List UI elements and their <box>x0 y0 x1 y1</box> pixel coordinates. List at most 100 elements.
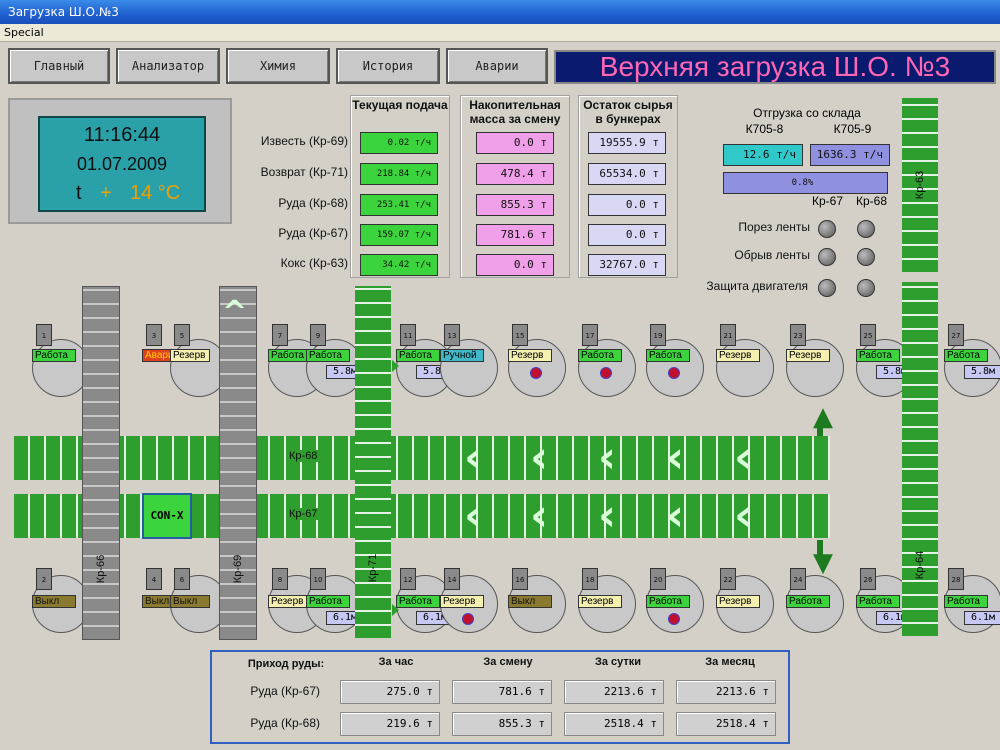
bottom-bunker-status[interactable]: Резерв <box>440 595 484 608</box>
top-bunker-indicator <box>668 367 680 379</box>
top-bunker-status[interactable]: Резерв <box>716 349 760 362</box>
arrival-value: 2213.6 т <box>676 680 776 704</box>
flow-up-arrow-kr69: ^ <box>222 295 248 330</box>
temp-label: t <box>76 182 82 204</box>
bottom-bunker-status[interactable]: Выкл <box>32 595 76 608</box>
belt-kr67[interactable] <box>14 494 830 538</box>
belt-kr68[interactable] <box>14 436 830 480</box>
top-bunker-circle[interactable] <box>440 339 498 397</box>
clock-panel: 11:16:44 01.07.2009 t + 14 °C <box>38 116 206 212</box>
arrival-value: 2518.4 т <box>564 712 664 736</box>
top-bunker-status[interactable]: Резерв <box>508 349 552 362</box>
belt-kr69[interactable]: Кр-69 <box>219 286 257 640</box>
feed-current-value: 253.41 т/ч <box>360 194 438 216</box>
bottom-bunker-status[interactable]: Выкл <box>508 595 552 608</box>
top-bunker-status[interactable]: Резерв <box>786 349 830 362</box>
arrival-row-label: Руда (Кр-67) <box>250 684 320 698</box>
bottom-bunker-status[interactable]: Работа <box>856 595 900 608</box>
feed-current-value: 218.84 т/ч <box>360 163 438 185</box>
top-bunker-number: 19 <box>650 324 666 346</box>
shipping-k2-label: К705-9 <box>833 122 872 136</box>
feed-accum-value: 855.3 т <box>476 194 554 216</box>
lamp-break-1 <box>818 248 836 266</box>
accum-mass-header: Накопительная масса за смену <box>469 98 561 126</box>
top-bunker-status[interactable]: Работа <box>396 349 440 362</box>
flow-arrow-kr68-3: ‹ <box>598 432 617 483</box>
top-bunker-level: 5.8м <box>964 365 1000 379</box>
clock-time: 11:16:44 <box>83 124 161 146</box>
lamp-cut-2 <box>857 220 875 238</box>
flow-arrow-kr67-1: ‹ <box>464 490 483 541</box>
bottom-bunker-status[interactable]: Работа <box>646 595 690 608</box>
top-bunker-circle[interactable] <box>716 339 774 397</box>
nav-chemistry-button[interactable]: Химия <box>226 48 330 84</box>
top-bunker-number: 9 <box>310 324 326 346</box>
bottom-bunker-number: 18 <box>582 568 598 590</box>
top-bunker-circle[interactable] <box>786 339 844 397</box>
belt-kr68-label: Кр-68 <box>286 450 321 462</box>
shipping-k2-value: 1636.3 т/ч <box>810 144 890 166</box>
arrival-value: 219.6 т <box>340 712 440 736</box>
top-bunker-number: 25 <box>860 324 876 346</box>
arrival-value: 2518.4 т <box>676 712 776 736</box>
nav-main-button[interactable]: Главный <box>8 48 110 84</box>
bottom-bunker-number: 26 <box>860 568 876 590</box>
window-title: Загрузка Ш.О.№3 <box>8 5 119 19</box>
flow-arrow-kr68-1: ‹ <box>464 432 483 483</box>
flow-up-arrow: ▲ <box>813 402 833 432</box>
bottom-bunker-number: 20 <box>650 568 666 590</box>
bottom-bunker-status[interactable]: Резерв <box>716 595 760 608</box>
feed-current-value: 0.02 т/ч <box>360 132 438 154</box>
menu-special[interactable]: Special <box>4 26 44 39</box>
top-bunker-status[interactable]: Резерв <box>170 349 210 362</box>
bottom-bunker-status[interactable]: Выкл <box>170 595 210 608</box>
bottom-bunker-indicator <box>462 613 474 625</box>
flow-up-arrow-shaft <box>817 420 823 436</box>
lamp-cut-1 <box>818 220 836 238</box>
arrival-title: Приход руды: <box>247 658 325 670</box>
bottom-bunker-number: 24 <box>790 568 806 590</box>
shipping-title: Отгрузка со склада <box>753 106 861 120</box>
belt-kr63[interactable]: Кр-63 <box>902 98 938 272</box>
top-bunker-number: 11 <box>400 324 416 346</box>
lamp-break-2 <box>857 248 875 266</box>
belt-kr66[interactable]: Кр-66 <box>82 286 120 640</box>
top-bunker-status[interactable]: Работа <box>578 349 622 362</box>
belt-kr64[interactable]: Кр-64 <box>902 282 938 636</box>
top-bunker-number: 17 <box>582 324 598 346</box>
nav-alarms-button[interactable]: Аварии <box>446 48 548 84</box>
top-bunker-status[interactable]: Работа <box>32 349 76 362</box>
top-bunker-indicator <box>600 367 612 379</box>
feed-accum-value: 478.4 т <box>476 163 554 185</box>
flow-arrow-kr68-5: ‹ <box>734 432 753 483</box>
arrival-col-hour: За час <box>378 656 414 668</box>
flow-arrow-kr67-2: ‹ <box>530 490 549 541</box>
feed-row-label: Руда (Кр-67) <box>278 226 348 240</box>
bottom-bunker-status[interactable]: Работа <box>396 595 440 608</box>
feed-row-label: Известь (Кр-69) <box>260 134 348 148</box>
top-bunker-status[interactable]: Работа <box>306 349 350 362</box>
alarm-cut-label: Порез ленты <box>738 220 810 234</box>
nav-analyzer-button[interactable]: Анализатор <box>116 48 220 84</box>
bottom-bunker-number: 6 <box>174 568 190 590</box>
conx-box[interactable]: CON-X <box>142 493 192 539</box>
top-bunker-status[interactable]: Работа <box>944 349 988 362</box>
bottom-bunker-status[interactable]: Работа <box>306 595 350 608</box>
top-bunker-status[interactable]: Ручной <box>440 349 484 362</box>
feed-row-label: Возврат (Кр-71) <box>260 165 348 179</box>
belt-kr71[interactable]: Кр-71 <box>355 286 391 638</box>
bottom-bunker-number: 28 <box>948 568 964 590</box>
bottom-bunker-status[interactable]: Работа <box>786 595 830 608</box>
feed-remain-value: 32767.0 т <box>588 254 666 276</box>
alarm-break-label: Обрыв ленты <box>734 248 810 262</box>
bottom-bunker-status[interactable]: Резерв <box>578 595 622 608</box>
nav-history-button[interactable]: История <box>336 48 440 84</box>
bottom-bunker-status[interactable]: Работа <box>944 595 988 608</box>
belt-kr64-label: Кр-64 <box>914 550 926 580</box>
feed-current-value: 159.07 т/ч <box>360 224 438 246</box>
top-bunker-status[interactable]: Работа <box>856 349 900 362</box>
alarm-motor-label: Защита двигателя <box>706 279 808 293</box>
bottom-bunker-indicator <box>668 613 680 625</box>
top-bunker-number: 3 <box>146 324 162 346</box>
top-bunker-status[interactable]: Работа <box>646 349 690 362</box>
